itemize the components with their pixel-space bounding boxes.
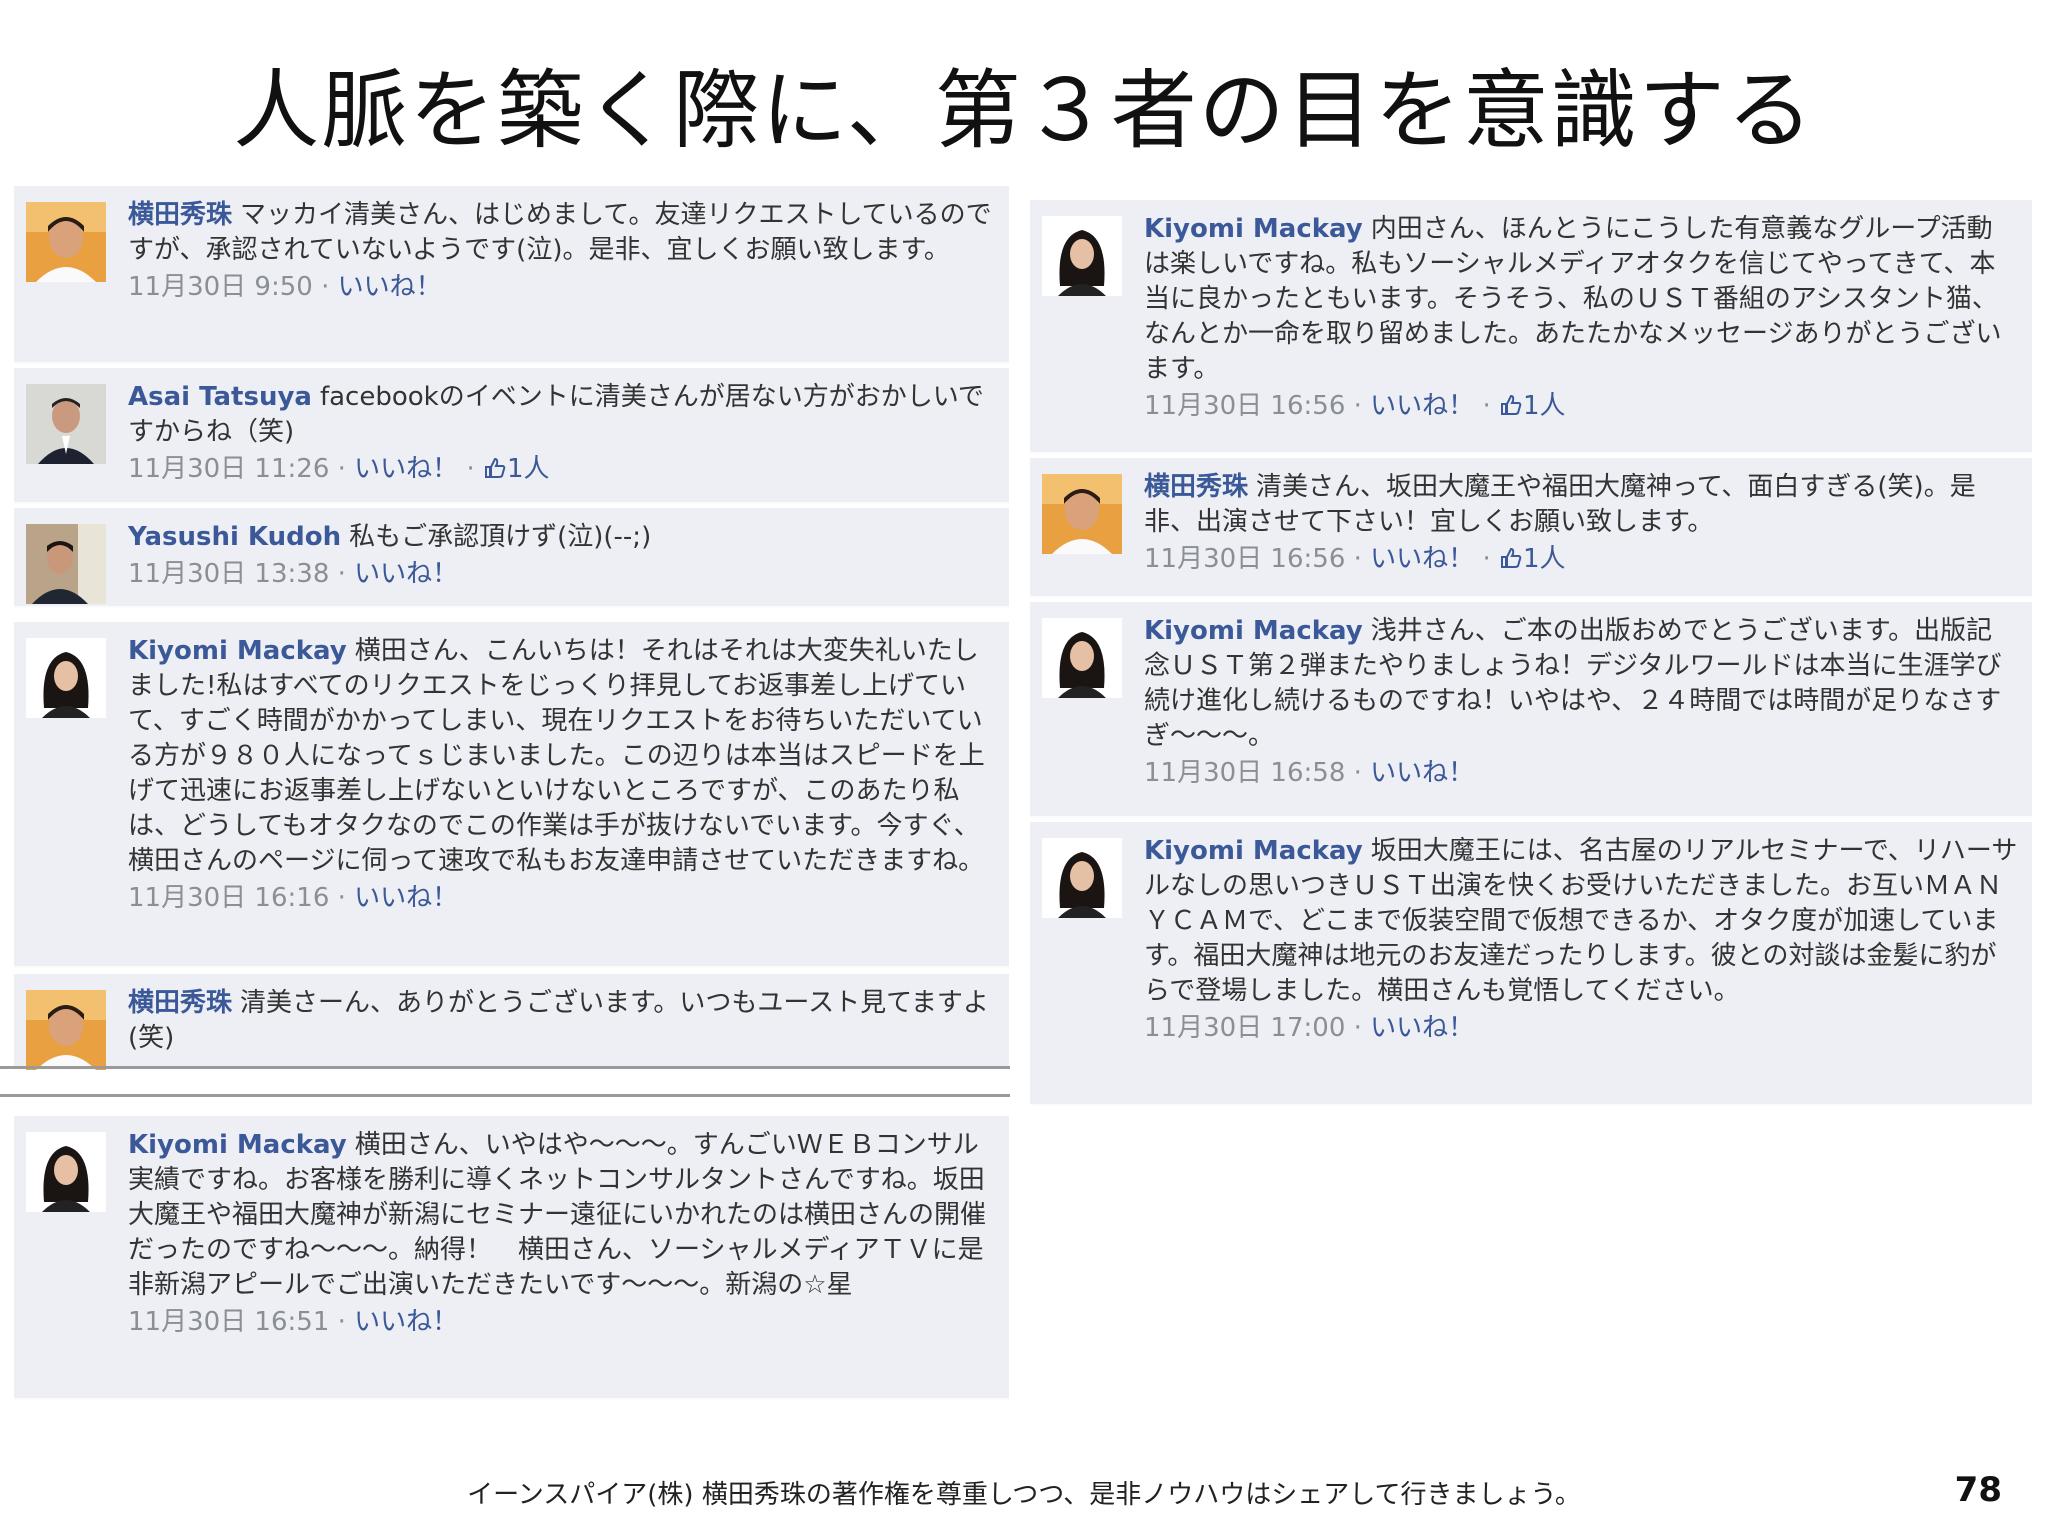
comment-author-link[interactable]: 横田秀珠 [1144,472,1248,502]
like-link[interactable]: いいね！ [354,1307,458,1337]
comment-item: Kiyomi Mackay 坂田大魔王には、名古屋のリアルセミナーで、リハーサルな… [1030,822,2032,1106]
comment-body: 横田秀珠 清美さん、坂田大魔王や福田大魔神って、面白すぎる(笑)。是非、出演させて… [1144,470,2018,577]
comment-timestamp[interactable]: 11月30日 16:56 [1144,544,1345,574]
comment-author-link[interactable]: Kiyomi Mackay [128,1130,347,1160]
thread-break-line [0,1066,1010,1069]
meta-separator: · [458,454,483,484]
comment-item: 横田秀珠 マッカイ清美さん、はじめまして。友達リクエストしているのですが、承認され… [14,186,1009,364]
comment-item: Asai Tatsuya facebookのイベントに清美さんが居ない方がおかしい… [14,368,1009,504]
like-link[interactable]: いいね！ [1370,1013,1474,1043]
comment-body: Kiyomi Mackay 内田さん、ほんとうにこうした有意義なグループ活動は楽し… [1144,212,2018,424]
comment-timestamp[interactable]: 11月30日 9:50 [128,272,313,302]
like-count-link[interactable]: 1人 [1499,544,1566,574]
comment-text: マッカイ清美さん、はじめまして。友達リクエストしているのですが、承認されていない… [128,200,992,265]
comment-body: Kiyomi Mackay 横田さん、いやはや〜〜〜。すんごいＷＥＢコンサル実績で… [128,1128,995,1340]
like-link[interactable]: いいね！ [354,559,458,589]
thumbs-up-icon [1500,394,1522,415]
comment-author-link[interactable]: Asai Tatsuya [128,382,312,412]
like-count: 1人 [1522,544,1566,574]
meta-separator: · [1345,544,1371,574]
meta-separator: · [329,454,355,484]
comment-author-link[interactable]: 横田秀珠 [128,200,232,230]
comment-timestamp[interactable]: 11月30日 16:16 [128,883,329,913]
thumbs-up-icon [484,457,506,478]
comment-author-link[interactable]: Kiyomi Mackay [1144,616,1363,646]
meta-separator: · [1474,391,1499,421]
page-number: 78 [1954,1470,2002,1510]
like-count-link[interactable]: 1人 [483,454,550,484]
avatar[interactable] [26,1132,106,1212]
meta-separator: · [329,1307,355,1337]
comment-author-link[interactable]: Yasushi Kudoh [128,522,341,552]
avatar[interactable] [1042,474,1122,554]
avatar[interactable] [1042,216,1122,296]
like-link[interactable]: いいね！ [1370,544,1474,574]
comment-meta: 11月30日 13:38 · いいね！ [128,557,995,592]
meta-separator: · [1474,544,1499,574]
comment-meta: 11月30日 16:58 · いいね！ [1144,756,2018,791]
like-count: 1人 [506,454,550,484]
slide-title: 人脈を築く際に、第３者の目を意識する [233,61,1815,161]
thumbs-up-icon [1500,547,1522,568]
comment-timestamp[interactable]: 11月30日 16:51 [128,1307,329,1337]
comment-author-link[interactable]: Kiyomi Mackay [1144,214,1363,244]
like-link[interactable]: いいね！ [354,883,458,913]
comment-meta: 11月30日 16:56 · いいね！ · 1人 [1144,542,2018,577]
comment-text: 横田さん、こんいちは！それはそれは大変失礼いたしました!私はすべてのリクエストを… [128,636,985,876]
like-link[interactable]: いいね！ [1370,391,1474,421]
comment-item: Kiyomi Mackay 浅井さん、ご本の出版おめでとうございます。出版記念ＵＳ… [1030,602,2032,818]
comment-text: 清美さーん、ありがとうございます。いつもユースト見てますよ(笑) [128,988,989,1053]
comment-item: Kiyomi Mackay 横田さん、いやはや〜〜〜。すんごいＷＥＢコンサル実績で… [14,1116,1009,1400]
comment-item: Kiyomi Mackay 横田さん、こんいちは！それはそれは大変失礼いたしました… [14,622,1009,968]
comment-body: Kiyomi Mackay 横田さん、こんいちは！それはそれは大変失礼いたしました… [128,634,995,916]
comment-timestamp[interactable]: 11月30日 16:56 [1144,391,1345,421]
copyright-footer: イーンスパイア(株) 横田秀珠の著作権を尊重しつつ、是非ノウハウはシェアして行き… [467,1480,1581,1510]
like-link[interactable]: いいね！ [1370,758,1474,788]
comment-item: Yasushi Kudoh 私もご承認頂けず(泣)(--;) 11月30日 13:3… [14,508,1009,608]
like-link[interactable]: いいね！ [354,454,458,484]
avatar[interactable] [26,990,106,1070]
comment-meta: 11月30日 9:50 · いいね！ [128,270,995,305]
like-count: 1人 [1522,391,1566,421]
avatar[interactable] [26,638,106,718]
comment-item: 横田秀珠 清美さーん、ありがとうございます。いつもユースト見てますよ(笑) [14,974,1009,1070]
avatar[interactable] [1042,618,1122,698]
meta-separator: · [1345,1013,1371,1043]
comment-meta: 11月30日 16:16 · いいね！ [128,881,995,916]
comment-item: Kiyomi Mackay 内田さん、ほんとうにこうした有意義なグループ活動は楽し… [1030,200,2032,454]
comment-body: Asai Tatsuya facebookのイベントに清美さんが居ない方がおかしい… [128,380,995,487]
comment-item: 横田秀珠 清美さん、坂田大魔王や福田大魔神って、面白すぎる(笑)。是非、出演させて… [1030,458,2032,598]
avatar[interactable] [26,524,106,604]
comment-body: 横田秀珠 マッカイ清美さん、はじめまして。友達リクエストしているのですが、承認され… [128,198,995,305]
comment-author-link[interactable]: 横田秀珠 [128,988,232,1018]
meta-separator: · [1345,758,1371,788]
comment-body: Yasushi Kudoh 私もご承認頂けず(泣)(--;) 11月30日 13:3… [128,520,995,592]
comment-body: Kiyomi Mackay 坂田大魔王には、名古屋のリアルセミナーで、リハーサルな… [1144,834,2018,1046]
comment-timestamp[interactable]: 11月30日 11:26 [128,454,329,484]
comment-body: Kiyomi Mackay 浅井さん、ご本の出版おめでとうございます。出版記念ＵＳ… [1144,614,2018,791]
comment-meta: 11月30日 16:51 · いいね！ [128,1305,995,1340]
thread-break-line [0,1094,1010,1097]
like-count-link[interactable]: 1人 [1499,391,1566,421]
meta-separator: · [329,559,355,589]
comment-meta: 11月30日 11:26 · いいね！ · 1人 [128,452,995,487]
comment-timestamp[interactable]: 11月30日 16:58 [1144,758,1345,788]
comment-text: 清美さん、坂田大魔王や福田大魔神って、面白すぎる(笑)。是非、出演させて下さい！… [1144,472,1976,537]
comment-timestamp[interactable]: 11月30日 13:38 [128,559,329,589]
comment-body: 横田秀珠 清美さーん、ありがとうございます。いつもユースト見てますよ(笑) [128,986,995,1056]
comment-author-link[interactable]: Kiyomi Mackay [1144,836,1363,866]
avatar[interactable] [26,202,106,282]
avatar[interactable] [26,384,106,464]
comment-meta: 11月30日 16:56 · いいね！ · 1人 [1144,389,2018,424]
comment-author-link[interactable]: Kiyomi Mackay [128,636,347,666]
meta-separator: · [329,883,355,913]
like-link[interactable]: いいね！ [338,272,442,302]
avatar[interactable] [1042,838,1122,918]
meta-separator: · [1345,391,1371,421]
meta-separator: · [312,272,338,302]
comment-timestamp[interactable]: 11月30日 17:00 [1144,1013,1345,1043]
comment-meta: 11月30日 17:00 · いいね！ [1144,1011,2018,1046]
comment-text: 私もご承認頂けず(泣)(--;) [349,522,652,552]
